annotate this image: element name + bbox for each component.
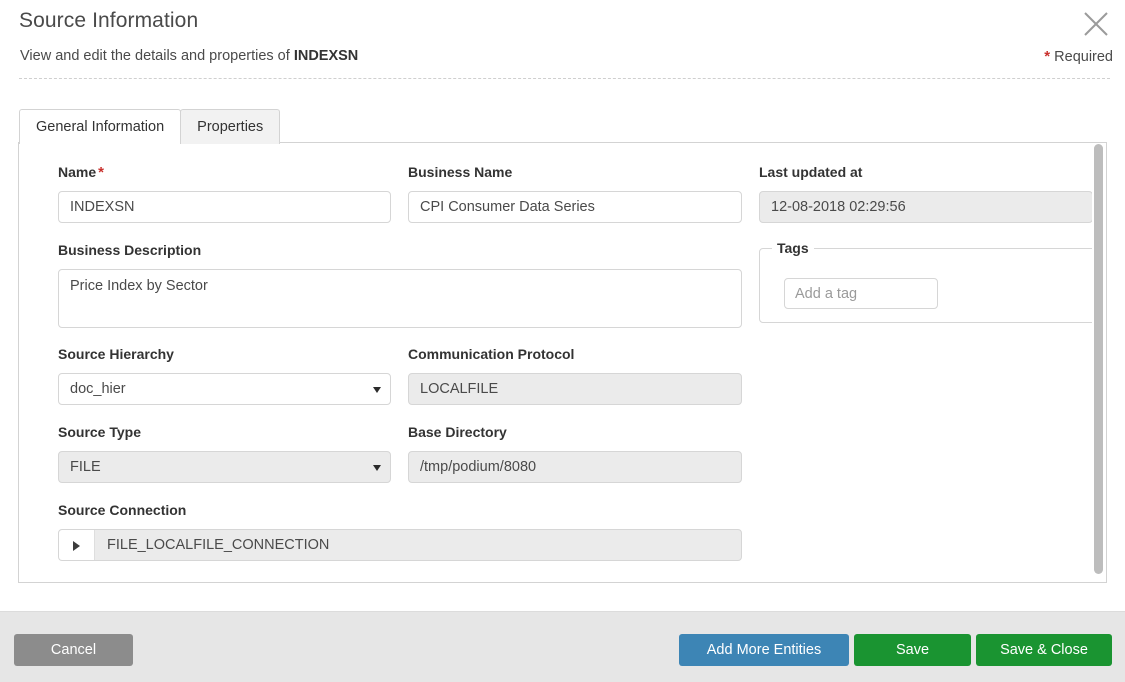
- dialog-subtitle-entity: INDEXSN: [293, 48, 359, 64]
- business-name-label: Business Name: [408, 164, 513, 180]
- name-required-asterisk: *: [98, 164, 104, 181]
- tab-properties[interactable]: Properties: [180, 109, 281, 144]
- tags-legend: Tags: [772, 240, 814, 256]
- source-hierarchy-label: Source Hierarchy: [58, 346, 174, 362]
- dialog-subtitle: View and edit the details and properties…: [20, 48, 358, 64]
- source-hierarchy-value: doc_hier: [70, 381, 126, 397]
- business-name-input[interactable]: [408, 191, 742, 223]
- source-connection-value: FILE_LOCALFILE_CONNECTION: [107, 537, 330, 553]
- save-and-close-button[interactable]: Save & Close: [976, 634, 1112, 666]
- communication-protocol-label: Communication Protocol: [408, 346, 575, 362]
- save-button[interactable]: Save: [854, 634, 971, 666]
- source-hierarchy-select[interactable]: doc_hier: [58, 373, 391, 405]
- panel-scrollbar-thumb[interactable]: [1094, 144, 1103, 574]
- general-information-panel: Name* Business Name Last updated at Busi…: [18, 142, 1107, 583]
- name-input[interactable]: [58, 191, 391, 223]
- add-more-entities-button[interactable]: Add More Entities: [679, 634, 849, 666]
- chevron-down-icon: [373, 387, 381, 393]
- last-updated-at-label: Last updated at: [759, 164, 863, 180]
- add-tag-input[interactable]: [784, 278, 938, 309]
- last-updated-at-field: [759, 191, 1093, 223]
- source-type-label: Source Type: [58, 424, 141, 440]
- name-label: Name *: [58, 164, 104, 181]
- source-information-form: Name* Business Name Last updated at Busi…: [19, 143, 1105, 582]
- tab-general-information[interactable]: General Information: [19, 109, 182, 145]
- required-note: * Required: [1044, 48, 1113, 65]
- base-directory-label: Base Directory: [408, 424, 507, 440]
- base-directory-field: [408, 451, 742, 483]
- tags-fieldset: Tags: [759, 240, 1105, 323]
- triangle-right-icon: [73, 541, 80, 551]
- source-connection-label: Source Connection: [58, 502, 187, 518]
- cancel-button[interactable]: Cancel: [14, 634, 133, 666]
- tab-bar: General Information Properties: [19, 109, 281, 145]
- source-type-value: FILE: [70, 459, 101, 475]
- close-icon[interactable]: [1080, 8, 1112, 40]
- chevron-down-icon: [373, 465, 381, 471]
- business-description-label: Business Description: [58, 242, 202, 258]
- dialog-header: Source Information View and edit the det…: [0, 0, 1125, 79]
- business-description-textarea[interactable]: [58, 269, 742, 328]
- dialog-subtitle-text: View and edit the details and properties…: [20, 48, 294, 64]
- dialog-footer: Cancel Add More Entities Save Save & Clo…: [0, 611, 1125, 682]
- required-asterisk: *: [1044, 48, 1051, 65]
- required-label: Required: [1054, 49, 1113, 65]
- communication-protocol-field: [408, 373, 742, 405]
- page-title: Source Information: [19, 9, 199, 32]
- source-connection-expand-handle[interactable]: [59, 530, 95, 560]
- source-connection-accordion[interactable]: FILE_LOCALFILE_CONNECTION: [58, 529, 742, 561]
- header-divider: [19, 78, 1110, 79]
- panel-scrollbar[interactable]: [1092, 143, 1105, 582]
- source-type-select[interactable]: FILE: [58, 451, 391, 483]
